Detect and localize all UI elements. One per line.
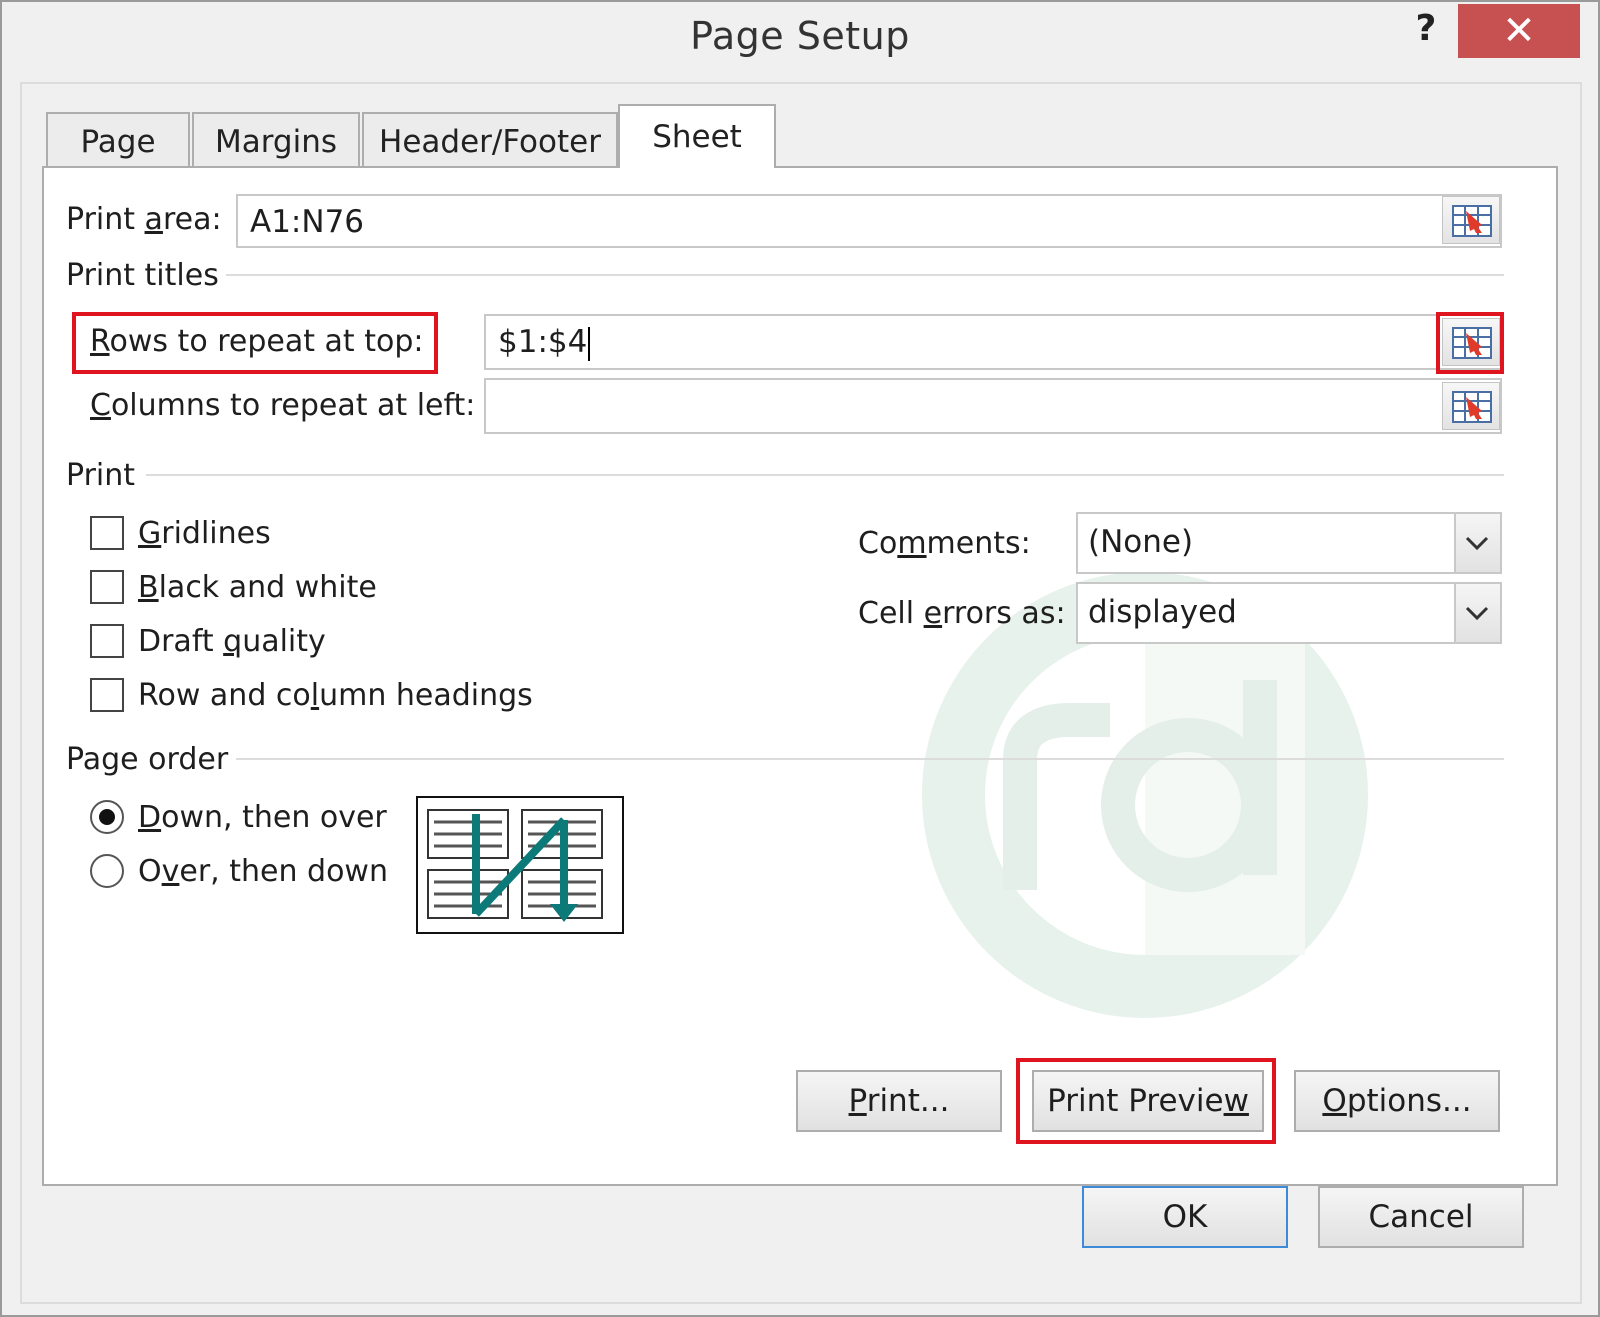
ok-button[interactable]: OK (1082, 1186, 1288, 1248)
rows-collapse-button[interactable] (1442, 318, 1500, 366)
print-area-label: Print area: (66, 202, 222, 237)
page-order-divider (236, 758, 1504, 760)
rows-to-repeat-label: Rows to repeat at top: (90, 324, 424, 359)
tab-page[interactable]: Page (46, 112, 190, 166)
print-titles-heading: Print titles (66, 258, 219, 293)
cell-errors-select[interactable]: displayed (1076, 582, 1502, 644)
tab-header-footer[interactable]: Header/Footer (362, 112, 618, 166)
collapse-dialog-icon (1452, 391, 1492, 423)
gridlines-label[interactable]: Gridlines (138, 516, 271, 551)
collapse-dialog-icon (1452, 327, 1492, 359)
print-divider (146, 474, 1504, 476)
row-column-headings-label[interactable]: Row and column headings (138, 678, 533, 713)
print-preview-button[interactable]: Print Preview (1032, 1070, 1264, 1132)
page-order-heading: Page order (66, 742, 229, 777)
draft-quality-label[interactable]: Draft quality (138, 624, 326, 659)
cancel-button[interactable]: Cancel (1318, 1186, 1524, 1248)
collapse-dialog-icon (1452, 205, 1492, 237)
close-button[interactable]: ✕ (1458, 4, 1580, 58)
chevron-down-icon (1454, 584, 1500, 642)
print-area-input[interactable]: A1:N76 (236, 194, 1502, 248)
help-icon[interactable]: ? (1406, 8, 1446, 58)
options-button[interactable]: Options... (1294, 1070, 1500, 1132)
columns-collapse-button[interactable] (1442, 382, 1500, 430)
print-heading: Print (66, 458, 136, 493)
over-then-down-radio[interactable] (90, 854, 124, 888)
black-and-white-checkbox[interactable] (90, 570, 124, 604)
comments-label: Comments: (858, 526, 1031, 561)
print-button[interactable]: Print... (796, 1070, 1002, 1132)
tab-margins[interactable]: Margins (192, 112, 360, 166)
rows-to-repeat-input[interactable]: $1:$4 (484, 314, 1502, 370)
chevron-down-icon (1454, 514, 1500, 572)
black-and-white-label[interactable]: Black and white (138, 570, 377, 605)
over-then-down-label[interactable]: Over, then down (138, 854, 388, 889)
cell-errors-label: Cell errors as: (858, 596, 1066, 631)
print-titles-divider (226, 274, 1504, 276)
print-area-collapse-button[interactable] (1442, 196, 1500, 244)
row-column-headings-checkbox[interactable] (90, 678, 124, 712)
columns-to-repeat-input[interactable] (484, 378, 1502, 434)
tab-sheet[interactable]: Sheet (618, 104, 776, 168)
gridlines-checkbox[interactable] (90, 516, 124, 550)
columns-to-repeat-label: Columns to repeat at left: (90, 388, 476, 423)
comments-select[interactable]: (None) (1076, 512, 1502, 574)
down-then-over-radio[interactable] (90, 800, 124, 834)
radio-selected-dot (99, 809, 115, 825)
draft-quality-checkbox[interactable] (90, 624, 124, 658)
page-order-diagram-icon (416, 796, 624, 934)
dialog-title: Page Setup (690, 14, 910, 58)
text-cursor (588, 326, 591, 361)
down-then-over-label[interactable]: Down, then over (138, 800, 387, 835)
